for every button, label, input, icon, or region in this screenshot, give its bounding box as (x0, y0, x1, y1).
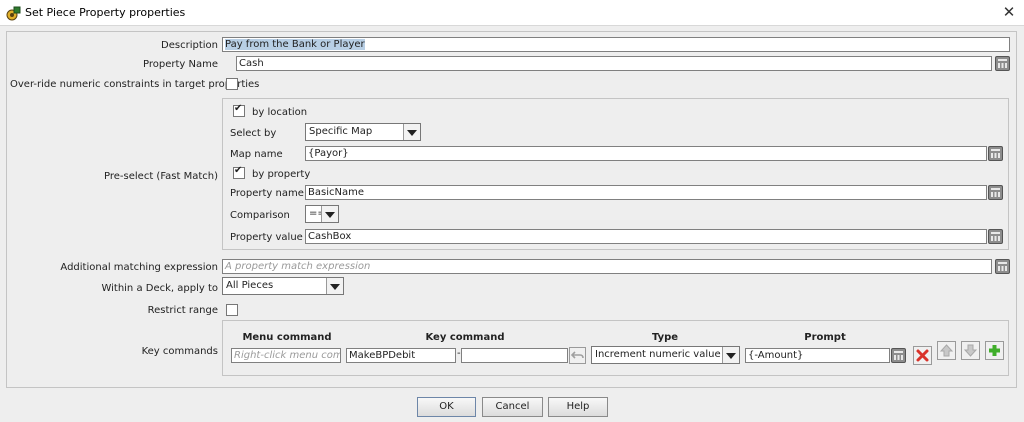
select-by-dropdown[interactable]: Specific Map (305, 123, 421, 141)
key-command-second-input[interactable] (461, 348, 568, 363)
property-name-label: Property Name (143, 59, 218, 70)
dropdown-arrow-icon (321, 206, 338, 222)
close-icon[interactable]: ✕ (998, 3, 1020, 23)
calculator-icon[interactable] (988, 229, 1003, 244)
property-value-input[interactable]: CashBox (305, 229, 987, 244)
arrow-up-icon[interactable] (937, 341, 956, 360)
override-checkbox[interactable] (226, 78, 238, 90)
preselect-panel (222, 98, 1009, 250)
by-location-checkbox[interactable] (233, 103, 245, 117)
within-deck-label: Within a Deck, apply to (101, 283, 218, 294)
select-by-value: Specific Map (309, 126, 373, 137)
description-label: Description (161, 40, 218, 51)
by-location-label: by location (252, 107, 308, 118)
within-deck-dropdown[interactable]: All Pieces (222, 277, 344, 295)
property-name-sub-input[interactable]: BasicName (305, 185, 987, 200)
type-value: Increment numeric value (595, 349, 721, 360)
calculator-icon[interactable] (891, 348, 906, 363)
add-icon[interactable] (985, 341, 1004, 360)
map-name-label: Map name (230, 149, 283, 160)
delete-icon[interactable] (913, 346, 932, 365)
header-prompt: Prompt (804, 332, 846, 343)
header-menu-command: Menu command (242, 332, 332, 343)
property-name-sub-label: Property name (230, 188, 304, 199)
cancel-button[interactable]: Cancel (482, 397, 543, 417)
key-commands-label: Key commands (141, 346, 218, 357)
select-by-label: Select by (230, 128, 277, 139)
additional-label: Additional matching expression (60, 262, 218, 273)
calculator-icon[interactable] (988, 146, 1003, 161)
property-name-input[interactable]: Cash (236, 56, 992, 71)
header-key-command: Key command (425, 332, 505, 343)
by-property-checkbox[interactable] (233, 165, 245, 179)
type-dropdown[interactable]: Increment numeric value (591, 346, 740, 364)
property-value-label: Property value (230, 232, 303, 243)
key-command-input[interactable]: MakeBPDebit (346, 348, 456, 363)
override-label: Over-ride numeric constraints in target … (10, 79, 260, 90)
undo-icon[interactable] (569, 347, 586, 364)
restrict-range-label: Restrict range (147, 305, 218, 316)
description-input[interactable]: Pay from the Bank or Player (222, 37, 1010, 52)
preselect-label: Pre-select (Fast Match) (104, 171, 218, 182)
restrict-range-checkbox[interactable] (226, 304, 238, 316)
dropdown-arrow-icon (326, 278, 343, 294)
window-title: Set Piece Property properties (25, 6, 186, 19)
within-deck-value: All Pieces (226, 280, 274, 291)
dropdown-arrow-icon (722, 347, 739, 363)
app-icon (6, 5, 22, 21)
ok-button[interactable]: OK (417, 397, 476, 417)
additional-input[interactable]: A property match expression (222, 259, 992, 274)
prompt-input[interactable]: {-Amount} (745, 348, 890, 363)
comparison-dropdown[interactable]: == (305, 205, 339, 223)
map-name-input[interactable]: {Payor} (305, 146, 987, 161)
header-type: Type (651, 332, 679, 343)
comparison-label: Comparison (230, 210, 290, 221)
help-button[interactable]: Help (548, 397, 608, 417)
description-value: Pay from the Bank or Player (225, 39, 365, 50)
calculator-icon[interactable] (995, 259, 1010, 274)
dropdown-arrow-icon (403, 124, 420, 140)
calculator-icon[interactable] (995, 56, 1010, 71)
by-property-label: by property (252, 169, 311, 180)
menu-command-input[interactable]: Right-click menu command (231, 348, 341, 363)
calculator-icon[interactable] (988, 185, 1003, 200)
arrow-down-icon[interactable] (961, 341, 980, 360)
